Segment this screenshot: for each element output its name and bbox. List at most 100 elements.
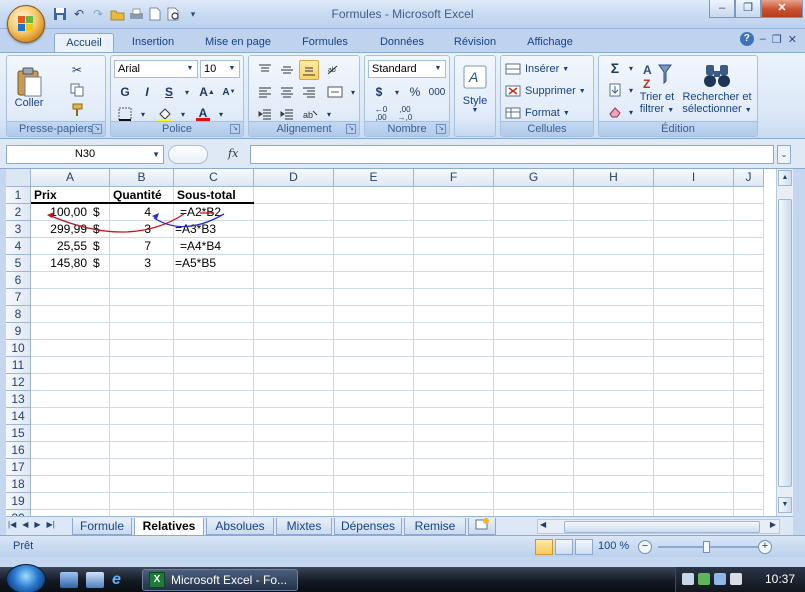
column-header-e[interactable]: E (334, 169, 414, 187)
network-icon[interactable] (714, 573, 726, 585)
cell-b5[interactable]: 3 (110, 255, 151, 272)
sort-filter-button[interactable]: AZ Trier et filtrer ▼ (635, 58, 679, 120)
sheet-tab-formule[interactable]: Formule (72, 518, 132, 535)
align-top-icon[interactable] (255, 60, 275, 80)
zoom-slider[interactable]: − + (638, 540, 774, 554)
ribbon-restore-icon[interactable]: ❐ (772, 33, 782, 46)
taskbar-excel-button[interactable]: X Microsoft Excel - Fo... (142, 569, 298, 591)
switch-windows-icon[interactable] (86, 572, 104, 588)
help-icon[interactable]: ? (739, 32, 754, 46)
delete-button[interactable]: Supprimer ▼ (505, 82, 586, 100)
number-format-combo[interactable]: Standard ▼ (368, 60, 446, 78)
column-header-c[interactable]: C (174, 169, 254, 187)
workbook-close-icon[interactable]: ✕ (788, 33, 797, 46)
cell-b2[interactable]: 4 (110, 204, 151, 221)
thousands-button[interactable]: 000 (425, 82, 449, 102)
cell-c4[interactable]: =A4*B4 (180, 238, 256, 255)
number-launcher-icon[interactable]: ↘ (436, 124, 446, 134)
font-name-combo[interactable]: Arial ▼ (114, 60, 198, 78)
close-button[interactable]: ✕ (761, 0, 803, 18)
normal-view-icon[interactable] (535, 539, 553, 555)
vertical-scrollbar[interactable]: ▲ ▼ (776, 169, 793, 516)
font-launcher-icon[interactable]: ↘ (230, 124, 240, 134)
align-bottom-icon[interactable] (299, 60, 319, 80)
tab-donnees[interactable]: Données (370, 33, 434, 53)
format-painter-icon[interactable] (67, 100, 87, 120)
cell-a4[interactable]: 25,55 (31, 238, 87, 255)
last-sheet-icon[interactable]: ▶| (47, 520, 55, 529)
sheet-tab-mixtes[interactable]: Mixtes (276, 518, 332, 535)
zoom-out-icon[interactable]: − (638, 540, 652, 554)
minimize-button[interactable]: – (709, 0, 735, 18)
row-header-12[interactable]: 12 (6, 374, 31, 391)
prev-sheet-icon[interactable]: ◀ (22, 520, 28, 529)
zoom-knob[interactable] (703, 541, 710, 553)
row-header-9[interactable]: 9 (6, 323, 31, 340)
insert-button[interactable]: Insérer ▼ (505, 60, 569, 78)
font-size-combo[interactable]: 10 ▼ (200, 60, 240, 78)
column-header-b[interactable]: B (110, 169, 174, 187)
italic-button[interactable]: I (137, 82, 157, 102)
percent-button[interactable]: % (405, 82, 425, 102)
select-all-corner[interactable] (6, 169, 31, 187)
sheet-tab-relatives[interactable]: Relatives (134, 518, 204, 536)
tray-icon-2[interactable] (698, 573, 710, 585)
tab-insertion[interactable]: Insertion (120, 33, 186, 53)
cell-c5[interactable]: =A5*B5 (175, 255, 251, 272)
horizontal-scrollbar[interactable]: ◀ ▶ (537, 519, 780, 534)
internet-explorer-icon[interactable]: e (112, 572, 130, 588)
start-button[interactable] (6, 564, 46, 592)
cell-a2-currency[interactable]: $ (93, 204, 105, 221)
row-header-18[interactable]: 18 (6, 476, 31, 493)
row-header-7[interactable]: 7 (6, 289, 31, 306)
bold-button[interactable]: G (115, 82, 135, 102)
sheet-tab-remise[interactable]: Remise (404, 518, 466, 535)
cell-c3[interactable]: =A3*B3 (175, 221, 251, 238)
column-header-j[interactable]: J (734, 169, 764, 187)
zoom-in-icon[interactable]: + (758, 540, 772, 554)
currency-button[interactable]: $ (369, 82, 389, 102)
row-header-11[interactable]: 11 (6, 357, 31, 374)
office-button[interactable] (7, 5, 45, 43)
row-header-14[interactable]: 14 (6, 408, 31, 425)
underline-button[interactable]: S (159, 82, 179, 102)
tab-formules[interactable]: Formules (292, 33, 358, 53)
insert-function-icon[interactable]: fx (228, 147, 238, 160)
align-right-icon[interactable] (299, 82, 319, 102)
cell-a5[interactable]: 145,80 (31, 255, 87, 272)
next-sheet-icon[interactable]: ▶ (34, 520, 40, 529)
scroll-down-icon[interactable]: ▼ (778, 497, 792, 513)
volume-icon[interactable] (730, 573, 742, 585)
column-header-f[interactable]: F (414, 169, 494, 187)
find-select-button[interactable]: Rechercher et sélectionner ▼ (679, 58, 755, 120)
row-header-15[interactable]: 15 (6, 425, 31, 442)
first-sheet-icon[interactable]: |◀ (8, 520, 16, 529)
zoom-level[interactable]: 100 % (598, 540, 629, 552)
show-desktop-icon[interactable] (60, 572, 78, 588)
scroll-right-icon[interactable]: ▶ (770, 520, 776, 529)
column-header-g[interactable]: G (494, 169, 574, 187)
align-center-icon[interactable] (277, 82, 297, 102)
align-left-icon[interactable] (255, 82, 275, 102)
cell-a2[interactable]: 100,00 (31, 204, 87, 221)
ribbon-minimize-icon[interactable]: – (760, 33, 766, 45)
underline-dropdown-icon[interactable]: ▾ (177, 82, 197, 102)
clipboard-launcher-icon[interactable]: ↘ (92, 124, 102, 134)
paste-button[interactable]: Coller (11, 59, 47, 117)
column-header-h[interactable]: H (574, 169, 654, 187)
scroll-up-icon[interactable]: ▲ (778, 170, 792, 186)
tab-affichage[interactable]: Affichage (516, 33, 584, 53)
restore-button[interactable]: ❐ (735, 0, 761, 18)
alignment-launcher-icon[interactable]: ↘ (346, 124, 356, 134)
sheet-tab-depenses[interactable]: Dépenses (334, 518, 402, 535)
row-header-2[interactable]: 2 (6, 204, 31, 221)
row-header-5[interactable]: 5 (6, 255, 31, 272)
row-header-13[interactable]: 13 (6, 391, 31, 408)
style-button[interactable]: A Style ▼ (458, 59, 492, 119)
column-header-d[interactable]: D (254, 169, 334, 187)
wrap-text-icon[interactable] (325, 82, 345, 102)
row-header-4[interactable]: 4 (6, 238, 31, 255)
row-header-1[interactable]: 1 (6, 187, 31, 204)
cell-b4[interactable]: 7 (110, 238, 151, 255)
cell-c2[interactable]: =A2*B2 (180, 204, 256, 221)
